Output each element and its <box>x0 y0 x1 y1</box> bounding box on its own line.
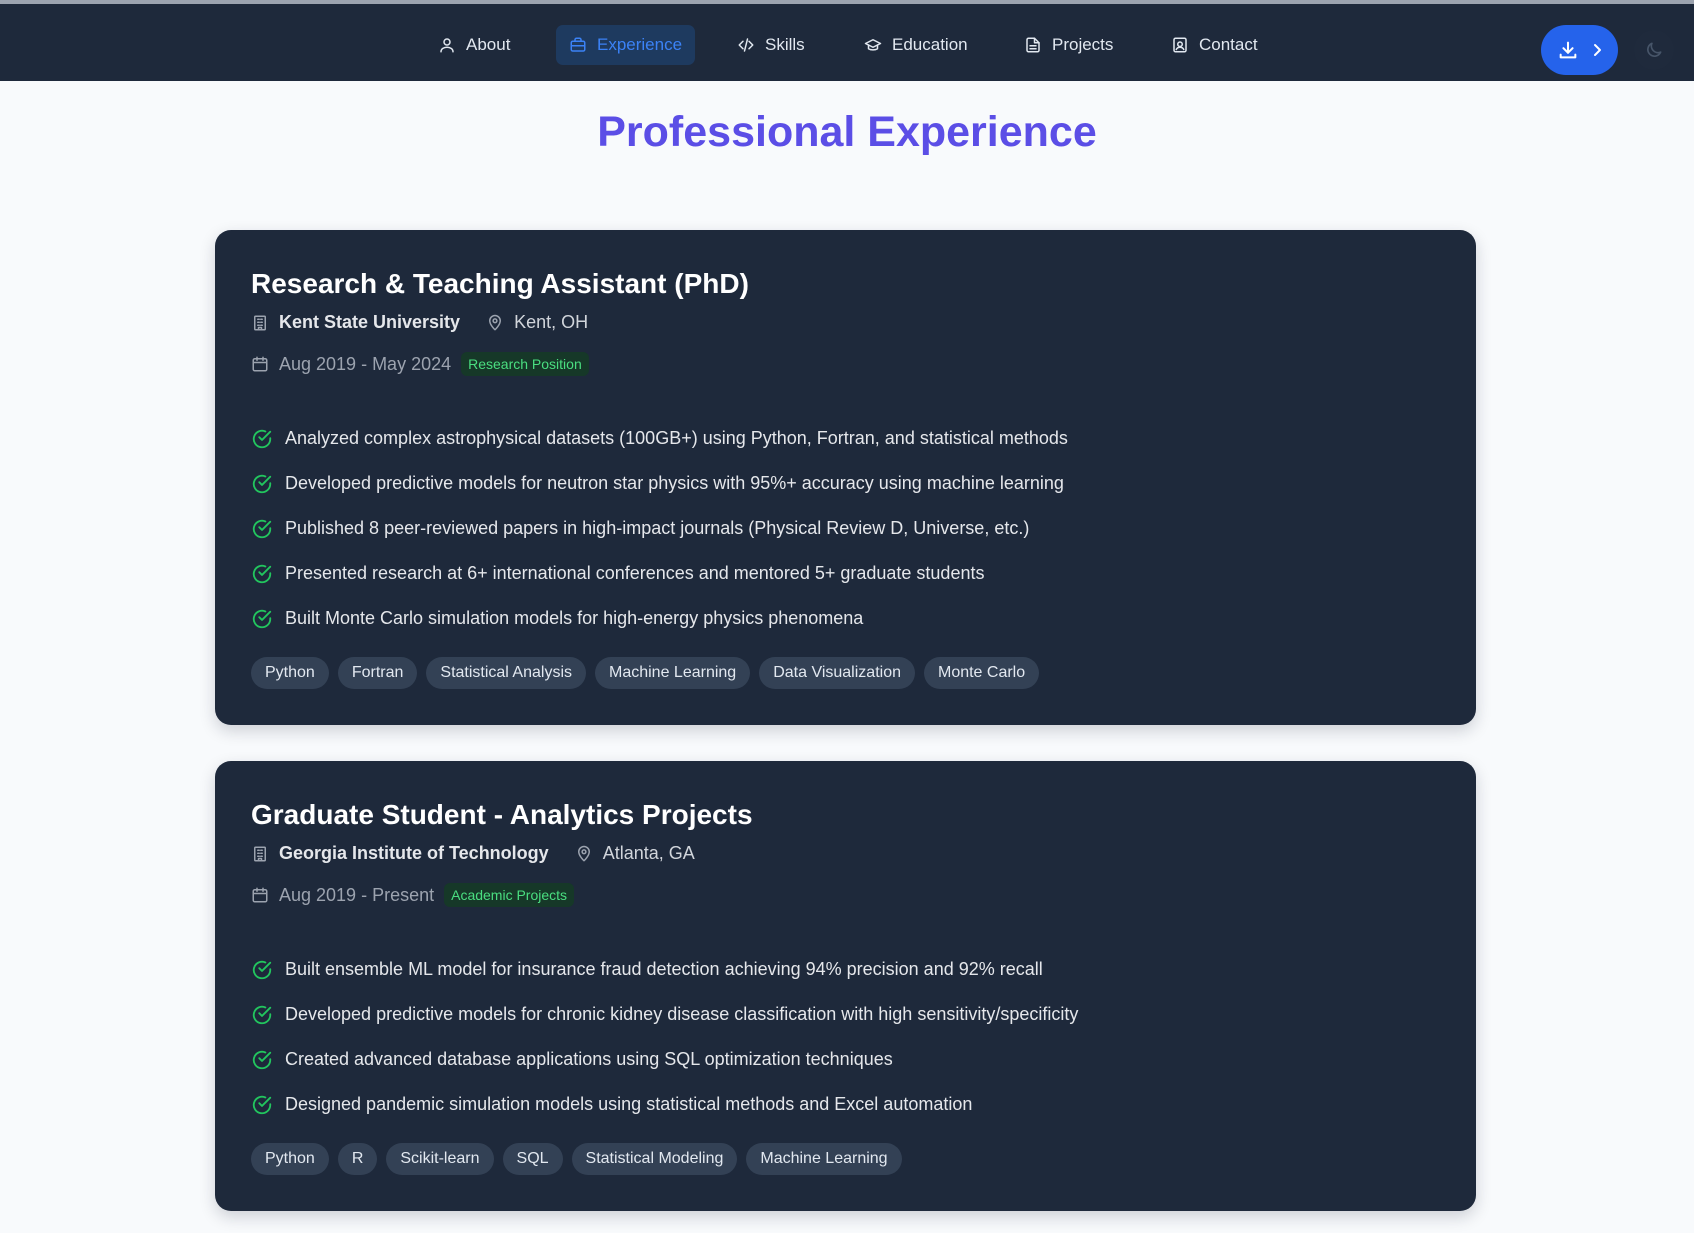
achievement-text: Developed predictive models for neutron … <box>285 473 1064 493</box>
check-circle-icon <box>252 474 272 493</box>
achievement-text: Analyzed complex astrophysical datasets … <box>285 428 1068 448</box>
nav-projects[interactable]: Projects <box>1011 25 1126 65</box>
job-title: Graduate Student - Analytics Projects <box>251 799 753 830</box>
moon-icon <box>1647 42 1662 57</box>
main-nav: About Experience Skills Education Projec… <box>0 25 1694 65</box>
achievement-text: Published 8 peer-reviewed papers in high… <box>285 518 1030 538</box>
nav-about-label: About <box>466 35 511 54</box>
contact-icon <box>1173 37 1187 53</box>
location: Atlanta, GA <box>602 843 695 863</box>
check-circle-icon <box>252 519 272 538</box>
list-item: Created advanced database applications u… <box>251 1037 1078 1082</box>
list-item: Presented research at 6+ international c… <box>251 551 1068 596</box>
skill-tag: Monte Carlo <box>923 657 1040 689</box>
check-circle-icon <box>252 429 272 448</box>
skill-tag: Statistical Analysis <box>426 657 586 689</box>
code-icon <box>738 38 754 52</box>
skill-tag: Fortran <box>337 657 418 689</box>
map-pin-icon <box>489 314 502 330</box>
skill-tag: Python <box>251 1143 329 1175</box>
list-item: Published 8 peer-reviewed papers in high… <box>251 506 1068 551</box>
skill-tag: Scikit-learn <box>386 1143 494 1175</box>
achievement-text: Designed pandemic simulation models usin… <box>285 1094 973 1114</box>
chevron-right-icon <box>1593 44 1601 56</box>
nav-experience[interactable]: Experience <box>556 25 696 65</box>
date-range: Aug 2019 - Present <box>279 884 435 905</box>
check-circle-icon <box>252 960 272 979</box>
list-item: Developed predictive models for neutron … <box>251 461 1068 506</box>
nav-about[interactable]: About <box>425 25 523 65</box>
achievement-text: Presented research at 6+ international c… <box>285 563 985 583</box>
date-range: Aug 2019 - May 2024 <box>279 353 452 374</box>
list-item: Built ensemble ML model for insurance fr… <box>251 947 1078 992</box>
theme-toggle-button[interactable] <box>1634 30 1674 70</box>
skill-tag: Data Visualization <box>759 657 915 689</box>
nav-skills[interactable]: Skills <box>724 25 818 65</box>
check-circle-icon <box>252 1050 272 1069</box>
date-row: Aug 2019 - Present Academic Projects <box>251 883 575 907</box>
nav-experience-label: Experience <box>597 35 683 54</box>
skill-tags: Python R Scikit-learn SQL Statistical Modeli… <box>251 1143 902 1175</box>
graduation-cap-icon <box>864 39 882 51</box>
list-item: Built Monte Carlo simulation models for … <box>251 596 1068 641</box>
list-item: Developed predictive models for chronic … <box>251 992 1078 1037</box>
building-icon <box>254 846 266 861</box>
status-badge: Research Position <box>461 352 589 376</box>
skill-tag: Machine Learning <box>595 657 751 689</box>
nav-projects-label: Projects <box>1052 35 1114 54</box>
user-icon <box>440 38 454 53</box>
skill-tags: Python Fortran Statistical Analysis Machine… <box>251 657 1040 689</box>
list-item: Designed pandemic simulation models usin… <box>251 1082 1078 1127</box>
achievement-text: Built Monte Carlo simulation models for … <box>285 608 864 628</box>
building-icon <box>254 315 266 330</box>
achievement-text: Developed predictive models for chronic … <box>285 1004 1079 1024</box>
calendar-icon <box>252 356 268 372</box>
organization: Georgia Institute of Technology <box>279 843 549 863</box>
nav-education-label: Education <box>892 35 968 54</box>
check-circle-icon <box>252 609 272 628</box>
nav-contact[interactable]: Contact <box>1158 25 1271 65</box>
calendar-icon <box>252 887 268 903</box>
map-pin-icon <box>577 845 590 861</box>
organization: Kent State University <box>279 312 461 332</box>
check-circle-icon <box>252 1005 272 1024</box>
nav-skills-label: Skills <box>765 35 805 54</box>
top-navbar: About Experience Skills Education Projec… <box>0 0 1694 81</box>
achievement-text: Created advanced database applications u… <box>285 1049 893 1069</box>
experience-card: Graduate Student - Analytics Projects Ge… <box>215 761 1476 1211</box>
status-badge: Academic Projects <box>444 883 575 907</box>
nav-contact-label: Contact <box>1199 35 1258 54</box>
page-title: Professional Experience <box>597 108 1097 156</box>
experience-card: Research & Teaching Assistant (PhD) Kent… <box>215 230 1476 725</box>
org-row: Kent State University Kent, OH <box>251 312 588 333</box>
date-row: Aug 2019 - May 2024 Research Position <box>251 352 589 376</box>
location: Kent, OH <box>514 312 589 332</box>
download-resume-button[interactable] <box>1541 25 1618 75</box>
check-circle-icon <box>252 1095 272 1114</box>
achievement-list: Built ensemble ML model for insurance fr… <box>251 947 1078 1127</box>
document-icon <box>1026 37 1040 53</box>
briefcase-icon <box>570 37 586 52</box>
job-title: Research & Teaching Assistant (PhD) <box>251 268 749 299</box>
achievement-list: Analyzed complex astrophysical datasets … <box>251 416 1068 641</box>
skill-tag: SQL <box>502 1143 563 1175</box>
download-icon <box>1559 41 1576 59</box>
nav-education[interactable]: Education <box>851 25 981 65</box>
check-circle-icon <box>252 564 272 583</box>
skill-tag: Machine Learning <box>746 1143 902 1175</box>
org-row: Georgia Institute of Technology Atlanta,… <box>251 843 695 864</box>
list-item: Analyzed complex astrophysical datasets … <box>251 416 1068 461</box>
skill-tag: Statistical Modeling <box>571 1143 738 1175</box>
skill-tag: R <box>337 1143 378 1175</box>
skill-tag: Python <box>251 657 329 689</box>
achievement-text: Built ensemble ML model for insurance fr… <box>285 959 1043 979</box>
